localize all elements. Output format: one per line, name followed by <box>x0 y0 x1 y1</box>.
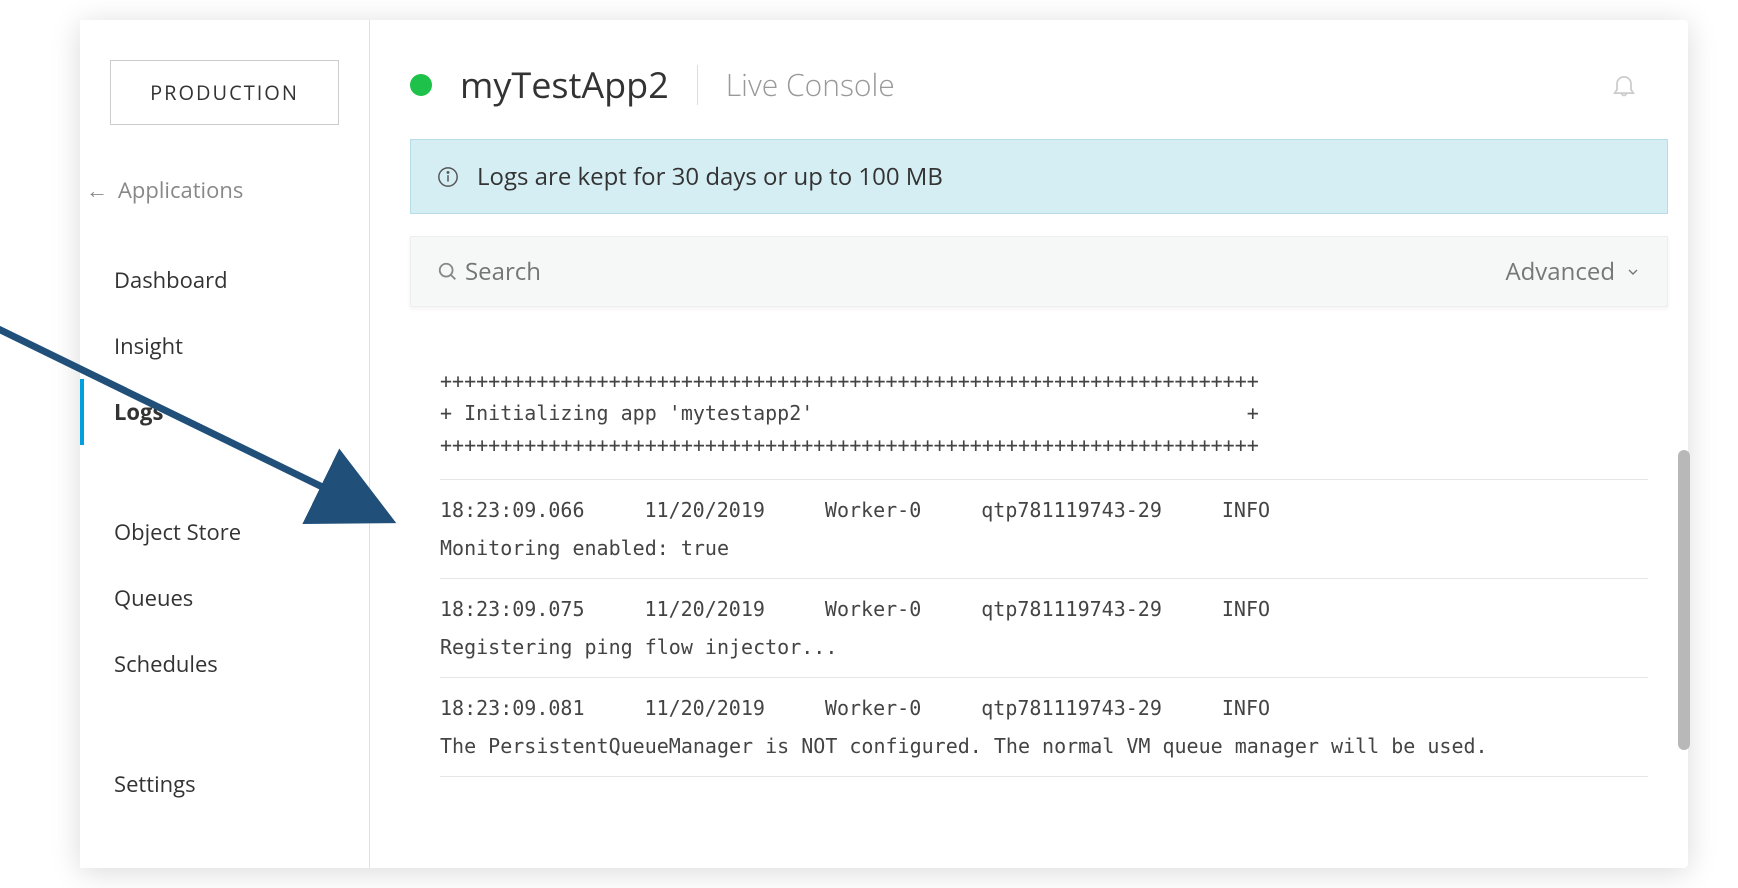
log-entry: 18:23:09.081 11/20/2019 Worker-0 qtp7811… <box>440 678 1648 777</box>
log-time: 18:23:09.066 <box>440 498 585 522</box>
sidebar-item-dashboard[interactable]: Dashboard <box>80 247 369 313</box>
advanced-label: Advanced <box>1505 255 1615 288</box>
log-thread: qtp781119743-29 <box>981 597 1162 621</box>
back-to-applications[interactable]: ← Applications <box>80 165 369 235</box>
divider <box>697 65 698 105</box>
log-level: INFO <box>1222 597 1270 621</box>
log-meta: 18:23:09.066 11/20/2019 Worker-0 qtp7811… <box>440 498 1648 522</box>
log-date: 11/20/2019 <box>645 498 765 522</box>
log-meta: 18:23:09.081 11/20/2019 Worker-0 qtp7811… <box>440 696 1648 720</box>
log-date: 11/20/2019 <box>645 696 765 720</box>
log-time: 18:23:09.075 <box>440 597 585 621</box>
sidebar: PRODUCTION ← Applications Dashboard Insi… <box>80 20 370 868</box>
log-time: 18:23:09.081 <box>440 696 585 720</box>
sidebar-item-logs[interactable]: Logs <box>80 379 369 445</box>
page-header: myTestApp2 Live Console <box>410 60 1678 109</box>
sidebar-item-insight[interactable]: Insight <box>80 313 369 379</box>
main-content: myTestApp2 Live Console Logs are kept fo… <box>370 20 1688 868</box>
log-entry: 18:23:09.075 11/20/2019 Worker-0 qtp7811… <box>440 579 1648 678</box>
nav-group-primary: Dashboard Insight Logs <box>80 235 369 457</box>
nav-group-secondary: Object Store Queues Schedules <box>80 487 369 709</box>
sidebar-item-schedules[interactable]: Schedules <box>80 631 369 697</box>
search-icon <box>437 261 459 283</box>
search-bar: Advanced <box>410 236 1668 307</box>
sidebar-item-queues[interactable]: Queues <box>80 565 369 631</box>
log-init-text: ++++++++++++++++++++++++++++++++++++++++… <box>440 365 1648 461</box>
scrollbar-thumb[interactable] <box>1678 450 1690 750</box>
info-banner: Logs are kept for 30 days or up to 100 M… <box>410 139 1668 214</box>
log-level: INFO <box>1222 696 1270 720</box>
log-worker: Worker-0 <box>825 597 921 621</box>
search-input[interactable] <box>465 255 1505 288</box>
log-date: 11/20/2019 <box>645 597 765 621</box>
arrow-left-icon: ← <box>86 175 108 205</box>
advanced-toggle[interactable]: Advanced <box>1505 255 1641 288</box>
nav-group-tertiary: Settings <box>80 739 369 829</box>
log-worker: Worker-0 <box>825 696 921 720</box>
status-indicator-icon <box>410 74 432 96</box>
log-message: Monitoring enabled: true <box>440 536 1648 560</box>
info-banner-text: Logs are kept for 30 days or up to 100 M… <box>477 160 943 193</box>
log-thread: qtp781119743-29 <box>981 696 1162 720</box>
info-icon <box>437 166 459 188</box>
back-link-label: Applications <box>118 175 243 205</box>
bell-icon[interactable] <box>1610 71 1638 99</box>
log-init-block: ++++++++++++++++++++++++++++++++++++++++… <box>440 347 1648 480</box>
app-shell: PRODUCTION ← Applications Dashboard Insi… <box>80 20 1688 868</box>
environment-badge[interactable]: PRODUCTION <box>110 60 339 125</box>
chevron-down-icon <box>1625 264 1641 280</box>
log-worker: Worker-0 <box>825 498 921 522</box>
sidebar-item-settings[interactable]: Settings <box>80 751 369 817</box>
log-entry: 18:23:09.066 11/20/2019 Worker-0 qtp7811… <box>440 480 1648 579</box>
page-subtitle: Live Console <box>726 64 895 105</box>
log-meta: 18:23:09.075 11/20/2019 Worker-0 qtp7811… <box>440 597 1648 621</box>
sidebar-item-object-store[interactable]: Object Store <box>80 499 369 565</box>
log-level: INFO <box>1222 498 1270 522</box>
log-message: The PersistentQueueManager is NOT config… <box>440 734 1648 758</box>
log-thread: qtp781119743-29 <box>981 498 1162 522</box>
app-name: myTestApp2 <box>460 60 669 109</box>
log-message: Registering ping flow injector... <box>440 635 1648 659</box>
log-list[interactable]: ++++++++++++++++++++++++++++++++++++++++… <box>410 317 1678 868</box>
